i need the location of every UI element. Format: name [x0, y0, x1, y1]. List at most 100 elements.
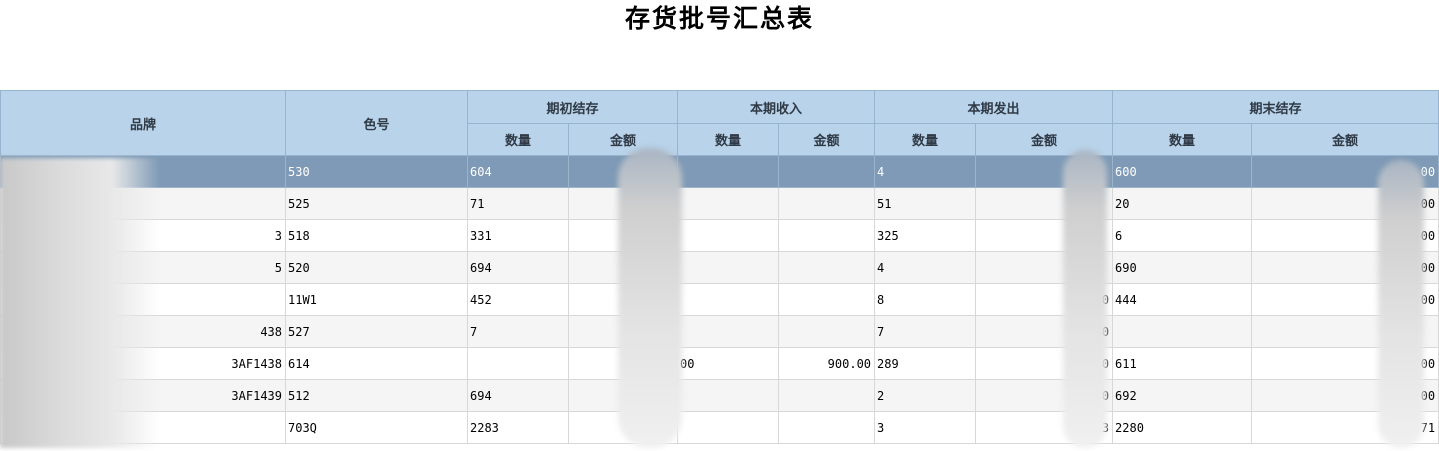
cell-open-amt	[567, 347, 679, 380]
cell-in-amt	[778, 411, 876, 444]
cell-in-qty	[677, 315, 780, 348]
cell-close-amt: 71	[1251, 411, 1439, 444]
col-header-issue-qty[interactable]: 数量	[874, 123, 977, 156]
cell-close-amt: 00	[1251, 347, 1439, 380]
cell-close-qty: 611	[1112, 347, 1253, 380]
cell-open-amt	[567, 251, 679, 284]
cell-close-qty	[1112, 315, 1253, 348]
cell-in-qty	[677, 411, 780, 444]
cell-close-amt: .00	[1251, 187, 1439, 220]
cell-out-qty: 4	[874, 251, 977, 284]
table-row[interactable]: 530 604 4 600 .00	[0, 155, 1439, 188]
cell-close-qty: 20	[1112, 187, 1253, 220]
cell-close-amt: .00	[1251, 219, 1439, 252]
cell-open-qty: 694	[467, 379, 569, 412]
cell-in-amt: 900.00	[778, 347, 876, 380]
col-group-opening: 期初结存	[466, 90, 679, 124]
table-row[interactable]: 525 71 51 20 .00	[0, 187, 1439, 220]
col-header-opening-qty[interactable]: 数量	[467, 123, 569, 156]
col-header-opening-amount[interactable]: 金额	[567, 123, 679, 156]
cell-open-amt	[567, 411, 679, 444]
col-group-income: 本期收入	[677, 90, 876, 124]
cell-color: 520	[285, 251, 468, 284]
cell-out-amt: 0	[975, 379, 1114, 412]
cell-open-qty: 452	[467, 283, 569, 316]
cell-color: 518	[285, 219, 468, 252]
cell-in-qty	[677, 187, 780, 220]
cell-color: 11W1	[285, 283, 468, 316]
col-group-closing: 期末结存	[1112, 90, 1439, 124]
cell-open-qty: 2283	[467, 411, 569, 444]
col-header-color-code[interactable]: 色号	[285, 90, 468, 156]
cell-in-qty: 00	[677, 347, 780, 380]
cell-brand: 5	[0, 251, 286, 284]
table-row[interactable]: 3 518 331 325 6 .00	[0, 219, 1439, 252]
cell-open-qty: 604	[467, 155, 569, 188]
cell-out-amt: 0	[975, 283, 1114, 316]
table-row[interactable]: 703Q 2283 3 3 2280 71	[0, 411, 1439, 444]
table-row[interactable]: 11W1 452 8 0 444 00	[0, 283, 1439, 316]
cell-out-qty: 3	[874, 411, 977, 444]
cell-open-amt	[567, 283, 679, 316]
table-row[interactable]: 438 527 7 7 0	[0, 315, 1439, 348]
cell-in-amt	[778, 187, 876, 220]
cell-color: 527	[285, 315, 468, 348]
table-row[interactable]: 5 520 694 4 690 00	[0, 251, 1439, 284]
inventory-batch-table: 品牌 色号 期初结存 本期收入 本期发出 期末结存 数量 金额 数量 金额 数量…	[0, 90, 1439, 444]
cell-open-qty: 694	[467, 251, 569, 284]
table-row[interactable]: 3AF1438 614 00 900.00 289 0 611 00	[0, 347, 1439, 380]
cell-in-amt	[778, 155, 876, 188]
cell-close-amt: 00	[1251, 283, 1439, 316]
col-header-closing-qty[interactable]: 数量	[1112, 123, 1253, 156]
cell-open-qty: 7	[467, 315, 569, 348]
col-header-closing-amount[interactable]: 金额	[1251, 123, 1439, 156]
cell-brand: 3	[0, 219, 286, 252]
cell-open-amt	[567, 155, 679, 188]
table-row[interactable]: 3AF1439 512 694 2 0 692 00	[0, 379, 1439, 412]
cell-open-amt	[567, 315, 679, 348]
cell-in-qty	[677, 379, 780, 412]
col-header-brand[interactable]: 品牌	[0, 90, 286, 156]
cell-out-amt	[975, 155, 1114, 188]
cell-in-amt	[778, 251, 876, 284]
cell-open-amt	[567, 379, 679, 412]
col-header-income-amount[interactable]: 金额	[778, 123, 876, 156]
cell-brand: 438	[0, 315, 286, 348]
cell-close-qty: 6	[1112, 219, 1253, 252]
cell-in-amt	[778, 283, 876, 316]
cell-open-amt	[567, 219, 679, 252]
cell-in-qty	[677, 283, 780, 316]
cell-open-amt	[567, 187, 679, 220]
cell-color: 614	[285, 347, 468, 380]
cell-close-amt: 00	[1251, 251, 1439, 284]
col-header-income-qty[interactable]: 数量	[677, 123, 780, 156]
cell-brand	[0, 155, 286, 188]
cell-out-qty: 325	[874, 219, 977, 252]
cell-out-amt	[975, 219, 1114, 252]
cell-in-amt	[778, 315, 876, 348]
cell-brand: 3AF1438	[0, 347, 286, 380]
cell-close-amt	[1251, 315, 1439, 348]
col-header-issue-amount[interactable]: 金额	[975, 123, 1114, 156]
cell-out-qty: 2	[874, 379, 977, 412]
col-group-issue: 本期发出	[874, 90, 1114, 124]
cell-close-qty: 2280	[1112, 411, 1253, 444]
report-title: 存货批号汇总表	[624, 4, 814, 33]
cell-out-qty: 289	[874, 347, 977, 380]
cell-out-qty: 4	[874, 155, 977, 188]
cell-close-amt: 00	[1251, 379, 1439, 412]
cell-color: 703Q	[285, 411, 468, 444]
cell-close-amt: .00	[1251, 155, 1439, 188]
cell-out-amt: 3	[975, 411, 1114, 444]
cell-out-qty: 51	[874, 187, 977, 220]
cell-out-amt	[975, 187, 1114, 220]
cell-out-qty: 7	[874, 315, 977, 348]
cell-in-qty	[677, 219, 780, 252]
cell-close-qty: 690	[1112, 251, 1253, 284]
cell-in-amt	[778, 379, 876, 412]
cell-close-qty: 444	[1112, 283, 1253, 316]
cell-close-qty: 692	[1112, 379, 1253, 412]
cell-open-qty: 331	[467, 219, 569, 252]
cell-brand	[0, 411, 286, 444]
cell-in-qty	[677, 251, 780, 284]
